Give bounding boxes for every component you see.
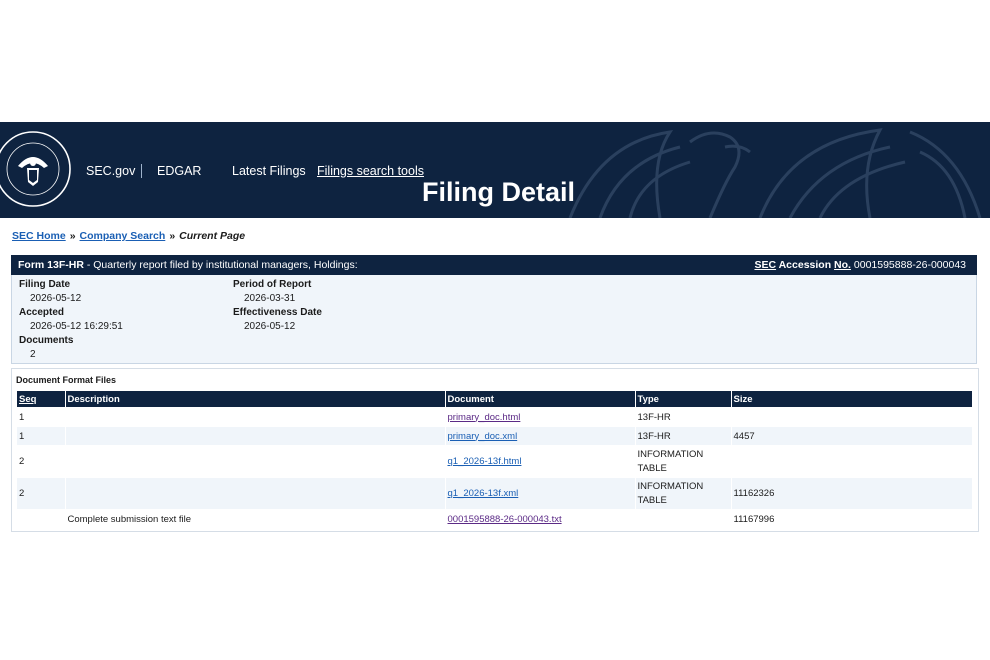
site-header: SEC.gov EDGAR Latest Filings Filings sea… — [0, 122, 990, 218]
nav-sec-gov[interactable]: SEC.gov — [86, 164, 135, 178]
breadcrumb-separator: » — [69, 230, 76, 242]
nav-edgar[interactable]: EDGAR — [157, 164, 201, 178]
table-row: 1 primary_doc.html 13F-HR — [17, 407, 972, 427]
cell-description — [65, 427, 446, 445]
nav-latest-filings[interactable]: Latest Filings — [232, 164, 306, 178]
cell-size: 11167996 — [733, 513, 775, 525]
document-format-files-section: Document Format Files Seq Description Do… — [11, 368, 979, 532]
sec-seal-logo[interactable] — [0, 130, 72, 208]
filing-info-panel: Filing Date 2026-05-12 Accepted 2026-05-… — [11, 275, 977, 364]
document-link[interactable]: q1_2026-13f.xml — [448, 488, 519, 499]
cell-type: INFORMATION TABLE — [635, 445, 732, 478]
table-row: Complete submission text file 0001595888… — [17, 509, 972, 529]
table-header-row: Seq Description Document Type Size — [17, 391, 972, 407]
column-header-seq[interactable]: Seq — [17, 391, 66, 407]
document-link[interactable]: primary_doc.xml — [448, 431, 518, 442]
form-description: - Quarterly report filed by institutiona… — [83, 259, 358, 271]
cell-seq — [17, 509, 66, 529]
column-header-type: Type — [635, 391, 732, 407]
cell-size — [731, 445, 972, 478]
form-header-bar: Form 13F-HR - Quarterly report filed by … — [11, 255, 977, 275]
accession-label-sec: SEC — [754, 259, 777, 271]
page-title: Filing Detail — [422, 177, 576, 207]
breadcrumb-sec-home[interactable]: SEC Home — [12, 230, 66, 242]
filing-date-value: 2026-05-12 — [30, 293, 82, 304]
cell-description: Complete submission text file — [65, 509, 446, 529]
cell-seq: 2 — [17, 478, 66, 509]
accession-value: 0001595888-26-000043 — [850, 259, 966, 271]
document-link[interactable]: primary_doc.html — [448, 412, 521, 423]
table-row: 2 q1_2026-13f.html INFORMATION TABLE — [17, 445, 972, 478]
cell-document: primary_doc.xml — [445, 427, 636, 445]
documents-label: Documents — [19, 335, 74, 346]
effectiveness-date-label: Effectiveness Date — [233, 307, 322, 318]
breadcrumb-separator: » — [169, 230, 176, 242]
cell-description — [65, 445, 446, 478]
breadcrumb: SEC Home» Company Search» Current Page — [12, 230, 245, 242]
document-link[interactable]: q1_2026-13f.html — [448, 456, 522, 467]
breadcrumb-company-search[interactable]: Company Search — [80, 230, 166, 242]
accession-label-mid: Accession — [776, 259, 835, 271]
accession-number: SEC Accession No. 0001595888-26-000043 — [754, 255, 966, 275]
nav-divider — [141, 164, 142, 178]
filing-date-label: Filing Date — [19, 279, 71, 290]
table-row: 2 q1_2026-13f.xml INFORMATION TABLE 1116… — [17, 478, 972, 509]
cell-seq: 2 — [17, 445, 66, 478]
cell-seq: 1 — [17, 407, 66, 427]
cell-type: 13F-HR — [635, 427, 732, 445]
cell-description — [65, 478, 446, 509]
cell-size — [731, 407, 972, 427]
period-of-report-label: Period of Report — [233, 279, 312, 290]
table-row: 1 primary_doc.xml 13F-HR 4457 — [17, 427, 972, 445]
form-type: Form 13F-HR — [18, 259, 84, 271]
documents-table: Seq Description Document Type Size 1 pri… — [17, 391, 972, 529]
breadcrumb-current-page: Current Page — [179, 230, 246, 242]
cell-type — [635, 509, 732, 529]
cell-document: q1_2026-13f.html — [445, 445, 636, 478]
cell-seq: 1 — [17, 427, 66, 445]
cell-document: 0001595888-26-000043.txt — [445, 509, 636, 529]
accession-label-no: No. — [834, 259, 851, 271]
cell-document: q1_2026-13f.xml — [445, 478, 636, 509]
document-link[interactable]: 0001595888-26-000043.txt — [448, 514, 562, 525]
column-header-size: Size — [731, 391, 972, 407]
column-header-description: Description — [65, 391, 446, 407]
cell-description — [65, 407, 446, 427]
accepted-label: Accepted — [19, 307, 65, 318]
period-of-report-value: 2026-03-31 — [244, 293, 296, 304]
eagle-watermark-icon — [568, 128, 982, 218]
documents-value: 2 — [30, 349, 36, 360]
column-header-document: Document — [445, 391, 636, 407]
cell-size: 4457 — [731, 427, 972, 445]
cell-type: 13F-HR — [635, 407, 732, 427]
cell-size: 11162326 — [731, 478, 972, 509]
cell-type: INFORMATION TABLE — [635, 478, 732, 509]
cell-document: primary_doc.html — [445, 407, 636, 427]
form-title: Form 13F-HR - Quarterly report filed by … — [18, 255, 358, 275]
effectiveness-date-value: 2026-05-12 — [244, 321, 296, 332]
accepted-value: 2026-05-12 16:29:51 — [30, 321, 123, 332]
nav-filings-search-tools[interactable]: Filings search tools — [317, 164, 424, 178]
section-title: Document Format Files — [16, 375, 117, 385]
